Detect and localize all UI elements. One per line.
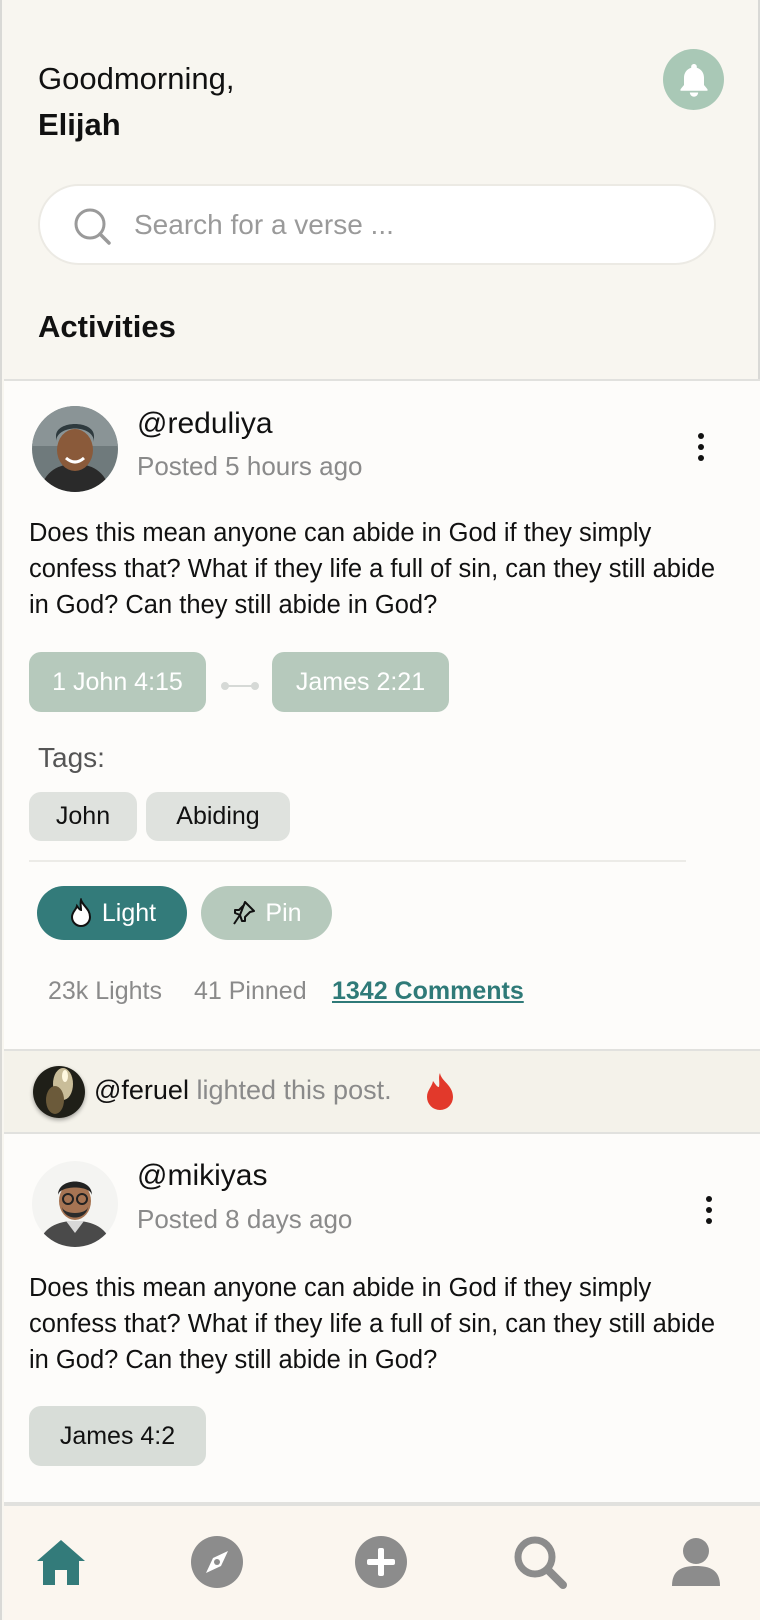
pinned-count: 41 Pinned [194,977,307,1005]
post-timestamp: Posted 8 days ago [137,1204,353,1234]
compass-icon [191,1536,243,1588]
verse-chip[interactable]: James 2:21 [272,652,449,712]
light-button-label: Light [101,898,157,927]
home-icon [37,1540,85,1585]
more-options-button[interactable] [703,1196,715,1224]
pin-icon [233,901,256,925]
divider [29,860,686,862]
avatar[interactable] [32,1161,118,1247]
verse-chip[interactable]: 1 John 4:15 [29,652,206,712]
search-icon [514,1536,567,1589]
user-name: Elijah [38,107,121,142]
post-username[interactable]: @mikiyas [137,1159,267,1193]
activity-action: lighted this post. [196,1075,392,1105]
tag-chip[interactable]: Abiding [146,792,290,841]
notifications-button[interactable] [663,49,724,110]
activity-user[interactable]: @feruel [94,1075,189,1105]
activity-text: @feruel lighted this post. [94,1075,392,1106]
tab-home[interactable] [31,1532,91,1592]
tab-explore[interactable] [187,1532,247,1592]
tab-create[interactable] [351,1532,411,1592]
more-options-icon [706,1196,712,1202]
more-options-button[interactable] [695,433,707,461]
post-card: @mikiyas Posted 8 days ago Does this mea… [4,1132,760,1504]
greeting-text: Goodmorning, [38,61,235,96]
post-body: Does this mean anyone can abide in God i… [29,1274,716,1374]
flame-icon [70,898,91,927]
avatar[interactable] [33,1066,85,1118]
tab-search[interactable] [510,1532,570,1592]
avatar[interactable] [32,406,118,492]
bell-icon [680,63,707,97]
search-input[interactable] [134,204,674,246]
light-button[interactable]: Light [37,886,187,940]
bottom-tab-bar [4,1504,760,1620]
more-options-icon [698,433,704,439]
pin-button[interactable]: Pin [201,886,332,940]
profile-icon [672,1538,720,1586]
post-username[interactable]: @reduliya [137,407,273,441]
greeting: Goodmorning, Elijah [38,56,234,148]
activity-row: @feruel lighted this post. [4,1051,760,1132]
post-timestamp: Posted 5 hours ago [137,451,363,481]
app-frame: Goodmorning, Elijah Activities @re [0,0,760,1620]
tag-chip[interactable]: John [29,792,137,841]
lights-count: 23k Lights [48,977,162,1005]
fire-icon [427,1073,453,1110]
search-icon [74,208,111,245]
search-bar[interactable] [38,184,716,265]
tags-label: Tags: [38,742,105,773]
comments-link[interactable]: 1342 Comments [332,977,524,1006]
pin-button-label: Pin [265,898,302,927]
section-title: Activities [38,309,176,344]
tab-profile[interactable] [666,1532,726,1592]
post-body: Does this mean anyone can abide in God i… [29,519,716,619]
post-card: @reduliya Posted 5 hours ago Does this m… [4,379,760,1051]
verse-chip[interactable]: James 4:2 [29,1406,206,1466]
link-connector-icon [221,682,259,690]
add-icon [355,1536,407,1588]
